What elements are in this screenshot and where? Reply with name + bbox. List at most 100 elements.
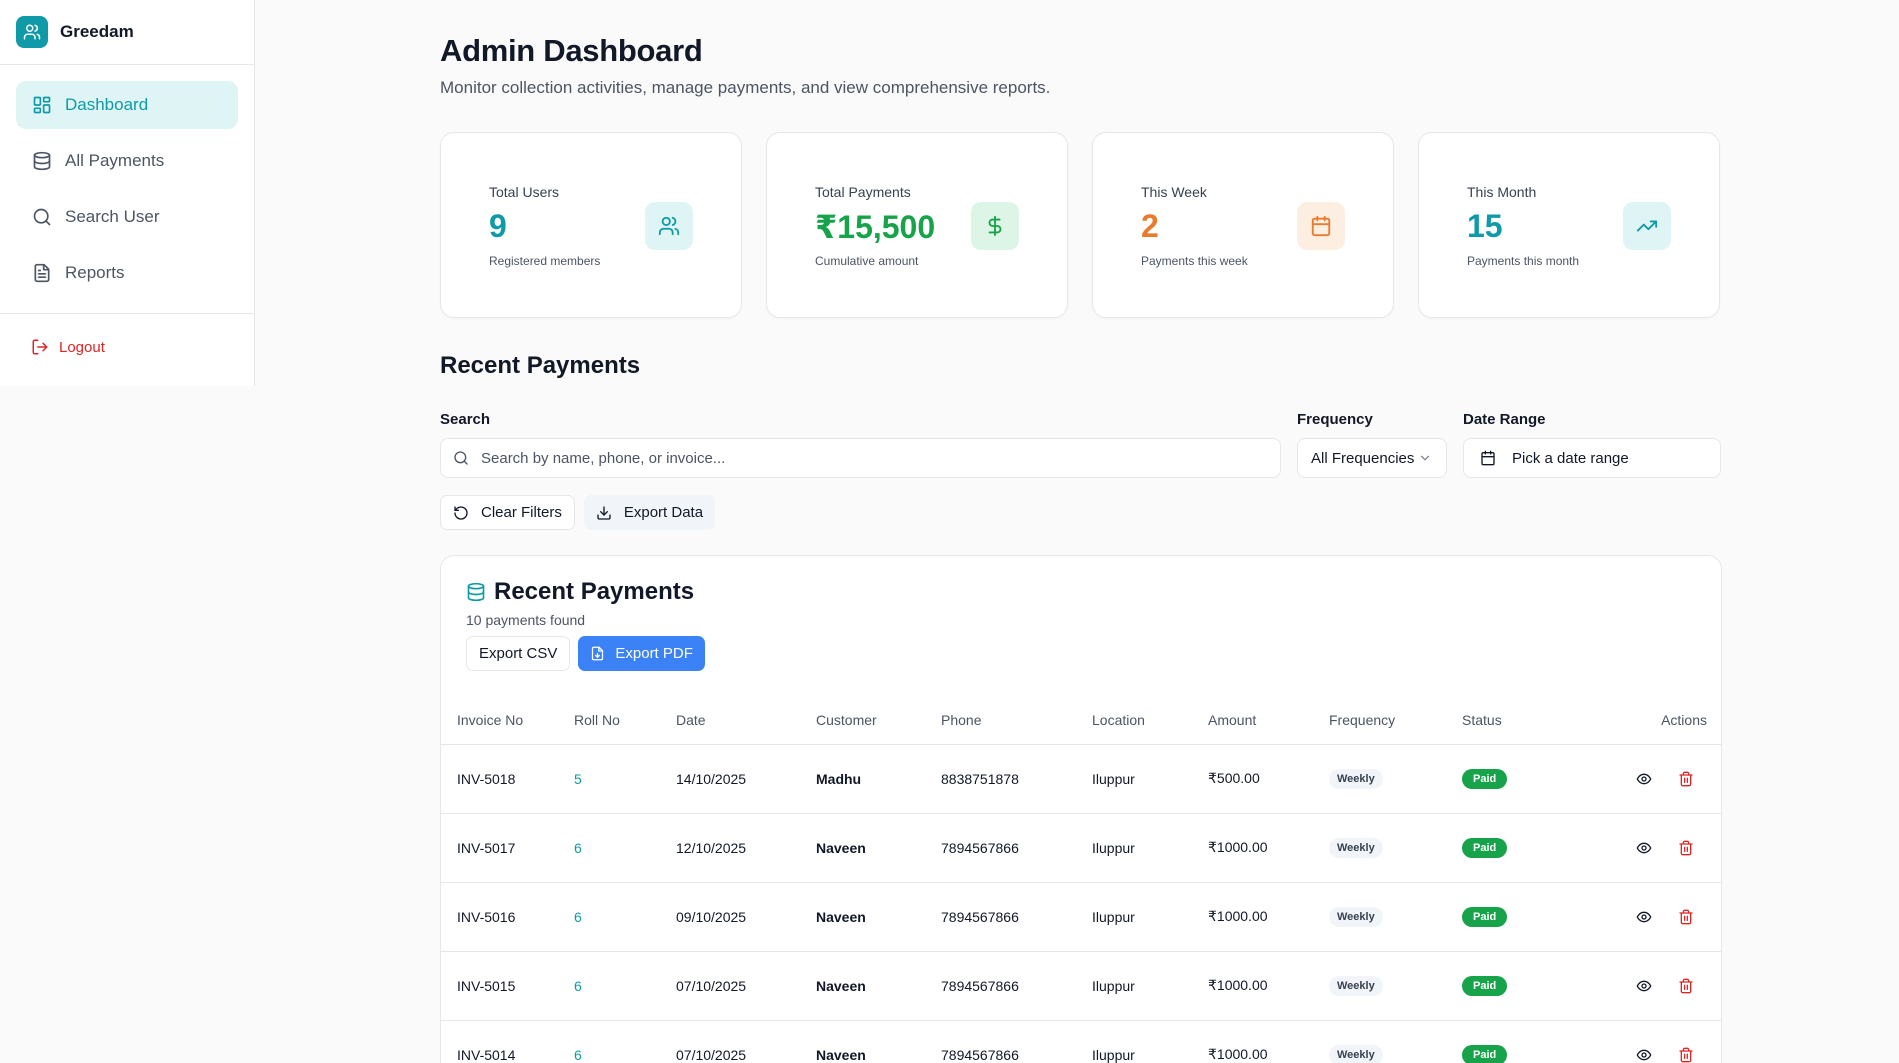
stat-desc: Payments this month xyxy=(1467,254,1580,268)
export-pdf-label: Export PDF xyxy=(615,645,693,662)
rotate-ccw-icon xyxy=(453,505,469,521)
status-badge: Paid xyxy=(1462,768,1508,789)
customer-cell: Naveen xyxy=(816,1020,941,1063)
stats-row: Total Users 9 Registered members Total P… xyxy=(440,132,1720,318)
column-header: Actions xyxy=(1592,696,1721,745)
search-icon xyxy=(453,450,469,466)
actions-cell xyxy=(1592,744,1721,814)
sidebar-item-label: Search User xyxy=(65,207,160,226)
date-range-picker[interactable]: Pick a date range xyxy=(1463,438,1721,478)
roll-no-cell: 6 xyxy=(574,813,676,883)
clear-filters-label: Clear Filters xyxy=(481,504,562,521)
stat-label: This Month xyxy=(1467,184,1537,200)
file-down-icon xyxy=(590,646,605,661)
search-label: Search xyxy=(440,411,491,428)
stat-value: 2 xyxy=(1141,208,1159,244)
location-cell: Iluppur xyxy=(1092,1020,1208,1063)
frequency-select-value: All Frequencies xyxy=(1311,449,1415,467)
location-cell: Iluppur xyxy=(1092,813,1208,883)
frequency-cell: Weekly xyxy=(1329,813,1462,883)
row-actions xyxy=(1592,909,1721,925)
row-actions xyxy=(1592,978,1721,994)
roll-no-cell: 5 xyxy=(574,744,676,814)
table-row[interactable]: INV-5014 6 07/10/2025 Naveen 7894567866 Ilupp… xyxy=(441,1020,1721,1063)
trash-icon[interactable] xyxy=(1678,771,1694,787)
phone-cell: 7894567866 xyxy=(941,1020,1092,1063)
brand-name: Greedam xyxy=(60,22,134,41)
sidebar-item-dashboard[interactable]: Dashboard xyxy=(16,81,238,129)
search-box xyxy=(440,438,1281,478)
frequency-badge: Weekly xyxy=(1329,1044,1383,1063)
brand[interactable]: Greedam xyxy=(0,0,254,65)
column-header[interactable]: Date xyxy=(676,696,816,745)
eye-icon[interactable] xyxy=(1636,978,1652,994)
column-header[interactable]: Location xyxy=(1092,696,1208,745)
stat-card-this-week: This Week 2 Payments this week xyxy=(1092,132,1394,318)
status-badge: Paid xyxy=(1462,975,1508,996)
sidebar-item-label: Reports xyxy=(65,263,125,282)
column-header[interactable]: Customer xyxy=(816,696,941,745)
calendar-icon xyxy=(1297,202,1345,250)
phone-cell: 7894567866 xyxy=(941,813,1092,883)
eye-icon[interactable] xyxy=(1636,909,1652,925)
status-cell: Paid xyxy=(1462,882,1592,952)
export-csv-button[interactable]: Export CSV xyxy=(466,636,571,671)
eye-icon[interactable] xyxy=(1636,1047,1652,1063)
table-row[interactable]: INV-5017 6 12/10/2025 Naveen 7894567866 Ilupp… xyxy=(441,813,1721,883)
column-header[interactable]: Phone xyxy=(941,696,1092,745)
location-cell: Iluppur xyxy=(1092,744,1208,814)
export-pdf-button[interactable]: Export PDF xyxy=(578,636,705,671)
row-actions xyxy=(1592,840,1721,856)
date-cell: 07/10/2025 xyxy=(676,951,816,1021)
column-header[interactable]: Frequency xyxy=(1329,696,1462,745)
trash-icon[interactable] xyxy=(1678,909,1694,925)
row-actions xyxy=(1592,1047,1721,1063)
status-cell: Paid xyxy=(1462,744,1592,814)
payments-count: 10 payments found xyxy=(466,612,586,628)
frequency-cell: Weekly xyxy=(1329,744,1462,814)
column-header[interactable]: Invoice No xyxy=(441,696,574,745)
sidebar-item-search-user[interactable]: Search User xyxy=(16,193,238,241)
column-header[interactable]: Roll No xyxy=(574,696,676,745)
table-row[interactable]: INV-5018 5 14/10/2025 Madhu 8838751878 Iluppu… xyxy=(441,744,1721,814)
sidebar-item-all-payments[interactable]: All Payments xyxy=(16,137,238,185)
table-row[interactable]: INV-5016 6 09/10/2025 Naveen 7894567866 Ilupp… xyxy=(441,882,1721,952)
table-export-buttons: Export CSV Export PDF xyxy=(466,636,705,671)
amount-cell: ₹1000.00 xyxy=(1208,813,1329,883)
search-icon xyxy=(31,206,53,228)
logout-label: Logout xyxy=(59,338,105,356)
eye-icon[interactable] xyxy=(1636,771,1652,787)
clear-filters-button[interactable]: Clear Filters xyxy=(440,495,575,530)
trash-icon[interactable] xyxy=(1678,840,1694,856)
invoice-cell: INV-5018 xyxy=(441,744,574,814)
status-badge: Paid xyxy=(1462,1044,1508,1063)
customer-cell: Naveen xyxy=(816,813,941,883)
column-header[interactable]: Amount xyxy=(1208,696,1329,745)
stat-label: This Week xyxy=(1141,184,1207,200)
date-cell: 07/10/2025 xyxy=(676,1020,816,1063)
frequency-cell: Weekly xyxy=(1329,882,1462,952)
trash-icon[interactable] xyxy=(1678,1047,1694,1063)
eye-icon[interactable] xyxy=(1636,840,1652,856)
trash-icon[interactable] xyxy=(1678,978,1694,994)
stat-desc: Cumulative amount xyxy=(815,254,919,268)
database-icon xyxy=(31,150,53,172)
logout-button[interactable]: Logout xyxy=(31,338,105,356)
sidebar-item-reports[interactable]: Reports xyxy=(16,249,238,297)
frequency-select[interactable]: All Frequencies xyxy=(1297,438,1447,478)
column-header[interactable]: Status xyxy=(1462,696,1592,745)
sidebar-nav: Dashboard All Payments Search User Repor… xyxy=(0,65,254,297)
table-row[interactable]: INV-5015 6 07/10/2025 Naveen 7894567866 Ilupp… xyxy=(441,951,1721,1021)
section-title: Recent Payments xyxy=(440,352,641,379)
customer-cell: Madhu xyxy=(816,744,941,814)
search-input[interactable] xyxy=(481,449,1241,467)
frequency-badge: Weekly xyxy=(1329,975,1383,996)
stat-value: 9 xyxy=(489,208,507,244)
frequency-cell: Weekly xyxy=(1329,951,1462,1021)
status-cell: Paid xyxy=(1462,951,1592,1021)
amount-cell: ₹500.00 xyxy=(1208,744,1329,814)
roll-no-cell: 6 xyxy=(574,882,676,952)
sidebar-item-label: Dashboard xyxy=(65,95,149,114)
phone-cell: 7894567866 xyxy=(941,882,1092,952)
export-data-button[interactable]: Export Data xyxy=(583,495,716,530)
